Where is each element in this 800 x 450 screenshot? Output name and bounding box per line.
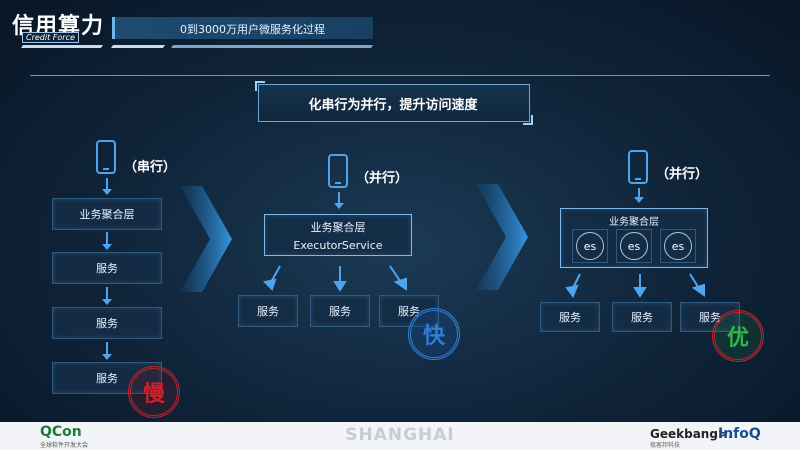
page-title: 0到3000万用户微服务化过程 xyxy=(180,23,325,36)
aggregation-layer-parallel: 业务聚合层 ExecutorService xyxy=(264,214,412,256)
es-slot: es xyxy=(616,229,652,263)
es-node: es xyxy=(620,232,648,260)
mode-label-parallel: （并行） xyxy=(356,171,409,186)
fan-out-arrows xyxy=(262,265,407,292)
service-box: 服务 xyxy=(52,307,162,339)
es-slot: es xyxy=(660,229,696,263)
fast-stamp: 快 xyxy=(408,308,460,360)
stamp-label: 慢 xyxy=(142,382,165,407)
aggregation-label: 业务聚合层 xyxy=(310,220,366,234)
executor-service-label: ExecutorService xyxy=(293,238,383,252)
aggregation-layer-serial: 业务聚合层 xyxy=(52,198,162,230)
service-box: 服务 xyxy=(310,295,370,327)
banner-title: 化串行为并行，提升访问速度 xyxy=(308,98,478,113)
header-stripe xyxy=(110,45,166,48)
arrow-down-icon xyxy=(102,287,112,305)
chevron-right-icon xyxy=(180,186,232,292)
service-box: 服务 xyxy=(52,252,162,284)
slow-stamp: 慢 xyxy=(128,366,180,418)
service-box: 服务 xyxy=(238,295,298,327)
qcon-subtitle: 全球软件开发大会 xyxy=(40,442,89,449)
arrow-down-icon xyxy=(102,178,112,195)
header-stripe xyxy=(20,45,104,48)
arrow-down-icon xyxy=(634,188,644,203)
header-stripe xyxy=(170,45,374,48)
service-box: 服务 xyxy=(612,302,672,332)
es-node: es xyxy=(664,232,692,260)
mode-label-serial: （串行） xyxy=(124,160,177,175)
stamp-label: 快 xyxy=(422,324,445,349)
es-node: es xyxy=(576,232,604,260)
fan-out-arrows xyxy=(565,273,705,299)
arrow-down-icon xyxy=(334,192,344,209)
chevron-right-icon xyxy=(476,184,528,290)
phone-icon xyxy=(328,154,348,188)
geekbang-subtitle: 极客邦科技 xyxy=(650,442,681,449)
logo-subtitle: Credit Force xyxy=(22,32,79,43)
divider xyxy=(30,75,770,76)
optimal-stamp: 优 xyxy=(712,310,764,362)
infoq-logo: InfoQ xyxy=(718,426,761,442)
aggregation-label: 业务聚合层 xyxy=(609,217,659,228)
phone-icon xyxy=(96,140,116,174)
arrow-down-icon xyxy=(102,342,112,360)
mode-label-parallel-es: （并行） xyxy=(656,167,709,182)
city-label: SHANGHAI xyxy=(345,425,455,445)
arrow-down-icon xyxy=(102,232,112,250)
es-slot: es xyxy=(572,229,608,263)
service-box: 服务 xyxy=(540,302,600,332)
stamp-label: 优 xyxy=(726,326,749,351)
qcon-logo: QCon xyxy=(40,424,82,440)
phone-icon xyxy=(628,150,648,184)
